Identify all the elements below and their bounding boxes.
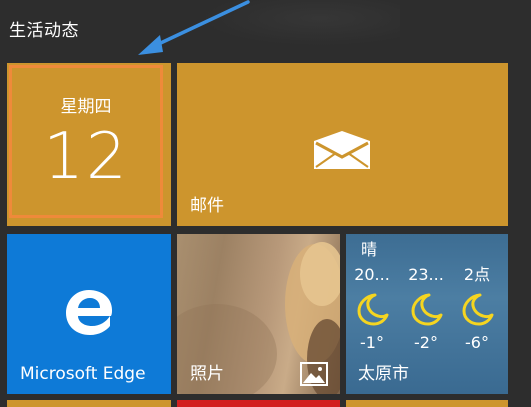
mail-tile-label: 邮件	[190, 196, 224, 216]
forecast-time: 2点	[463, 265, 491, 284]
mail-tile[interactable]: 邮件	[177, 63, 508, 226]
moon-icon	[462, 293, 494, 326]
forecast-time: 23...	[408, 265, 444, 284]
calendar-tile[interactable]: 星期四 12	[7, 63, 171, 226]
weather-city: 太原市	[358, 364, 409, 384]
blurred-header-background	[200, 0, 400, 46]
mail-icon	[314, 131, 370, 169]
forecast-temp: -6°	[465, 333, 489, 352]
forecast-item: 23... -2°	[401, 264, 451, 354]
calendar-weekday: 星期四	[60, 97, 112, 117]
calendar-day-number: 12	[43, 120, 129, 194]
weather-tile[interactable]: 晴 20... -1° 23... -2° 2点 -6° 太原市	[346, 234, 508, 394]
group-title: 生活动态	[9, 21, 79, 41]
photo-icon	[300, 362, 328, 386]
forecast-item: 2点 -6°	[452, 264, 502, 354]
forecast-temp: -1°	[360, 333, 384, 352]
photos-tile[interactable]: 照片	[177, 234, 340, 394]
edge-logo-icon	[66, 290, 112, 335]
forecast-time: 20...	[354, 265, 390, 284]
forecast-item: 20... -1°	[347, 264, 397, 354]
forecast-temp: -2°	[414, 333, 438, 352]
edge-tile-label: Microsoft Edge	[20, 364, 146, 384]
photos-tile-label: 照片	[190, 364, 224, 384]
moon-icon	[411, 293, 443, 326]
partial-tile[interactable]	[346, 400, 508, 407]
moon-icon	[357, 293, 389, 326]
partial-tile[interactable]	[177, 400, 340, 407]
partial-tile[interactable]	[7, 400, 171, 407]
weather-condition: 晴	[361, 240, 378, 259]
edge-tile[interactable]: Microsoft Edge	[7, 234, 171, 394]
